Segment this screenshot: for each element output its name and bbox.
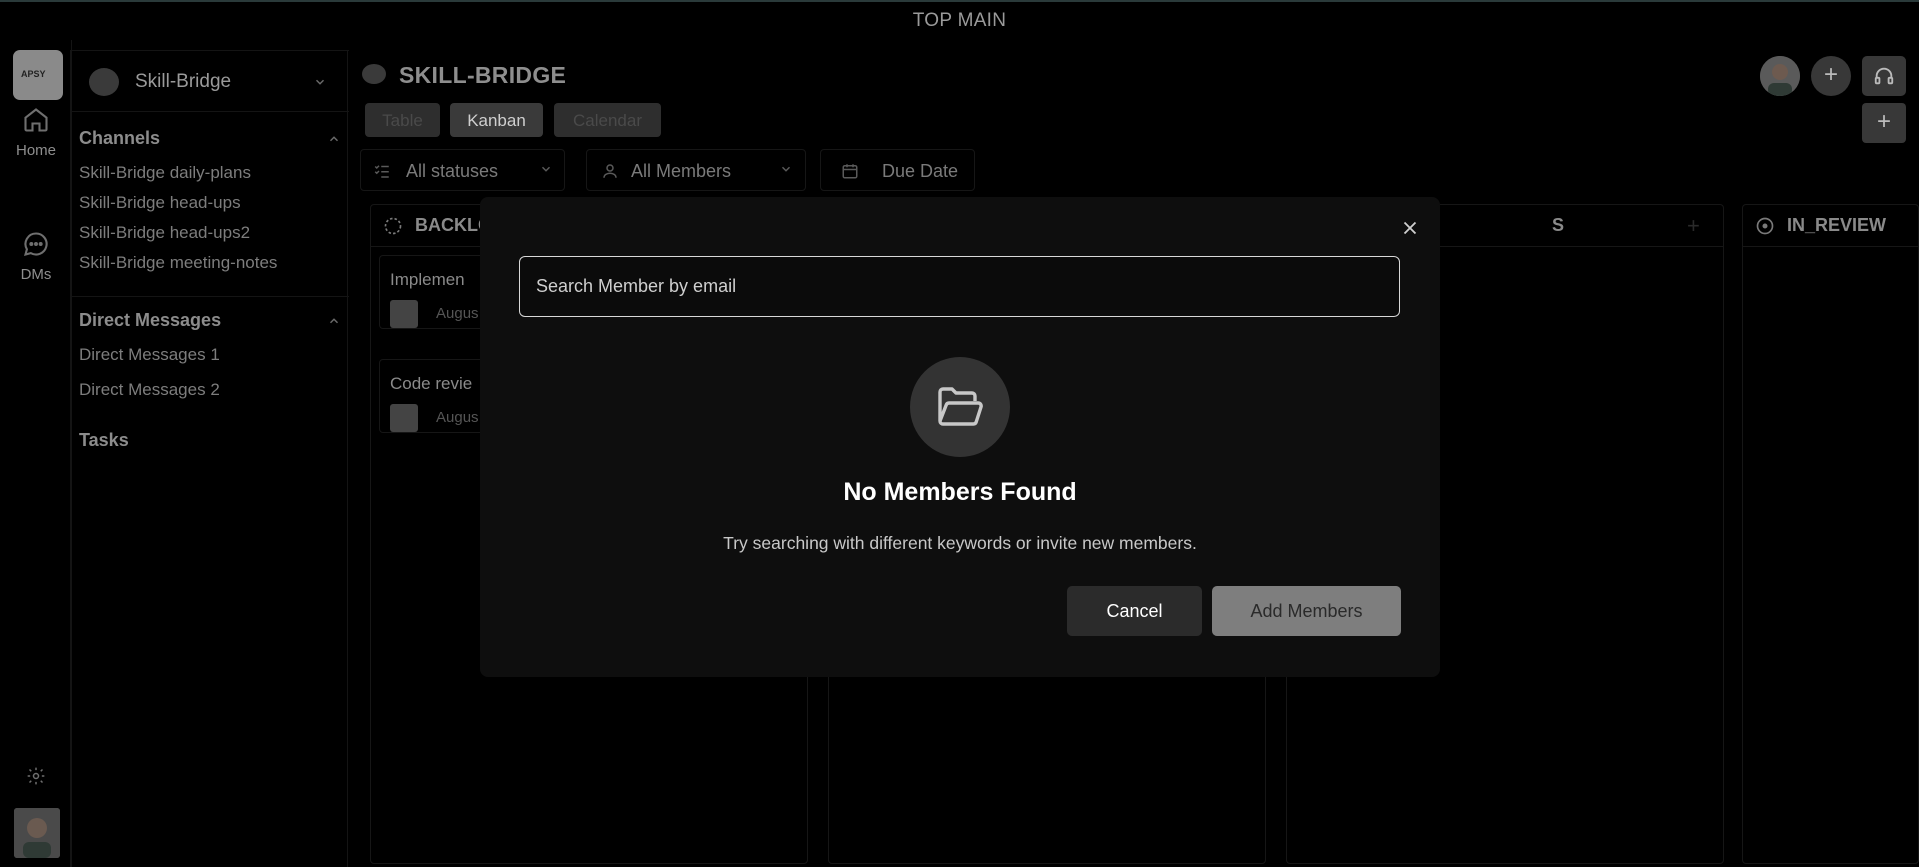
add-members-modal: No Members Found Try searching with diff… <box>480 197 1440 677</box>
empty-state-subtitle: Try searching with different keywords or… <box>723 533 1197 553</box>
add-members-button[interactable]: Add Members <box>1212 586 1401 636</box>
empty-state-title: No Members Found <box>843 478 1077 506</box>
close-icon[interactable] <box>1399 217 1421 239</box>
empty-state-icon-wrapper <box>910 357 1010 457</box>
folder-open-icon <box>938 387 983 426</box>
search-member-input[interactable] <box>519 256 1400 317</box>
cancel-button[interactable]: Cancel <box>1067 586 1202 636</box>
